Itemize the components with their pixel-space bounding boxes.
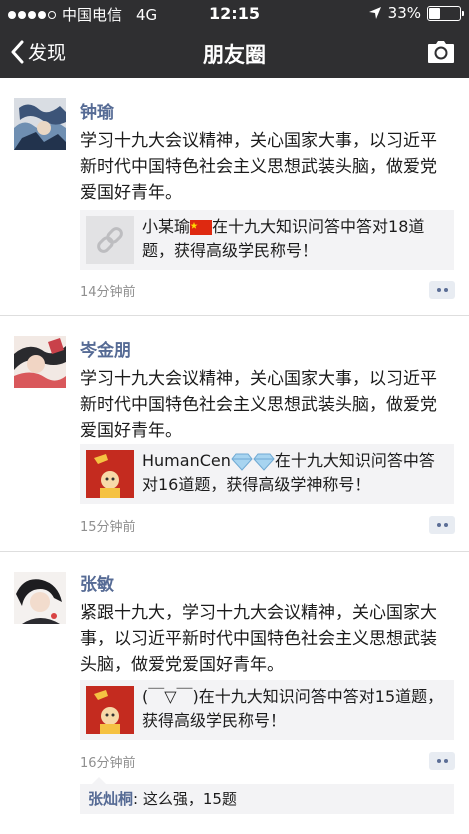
shared-link-text: (￣▽￣)在十九大知识问答中答对15道题，获得高级学民称号！ xyxy=(142,687,444,730)
post-time: 16分钟前 xyxy=(80,756,136,771)
china-flag-icon xyxy=(190,220,213,235)
diamond-icon xyxy=(253,453,275,471)
comment-dots-icon xyxy=(436,759,441,763)
comment-author[interactable]: 张灿桐 xyxy=(88,790,133,808)
shared-link-card[interactable]: (￣▽￣)在十九大知识问答中答对15道题，获得高级学民称号！ xyxy=(80,680,454,740)
moment-post: 张敏 紧跟十九大，学习十九大会议精神，关心国家大事，以习近平新时代中国特色社会主… xyxy=(0,552,469,834)
quiz-thumbnail xyxy=(86,686,134,734)
post-author[interactable]: 岑金朋 xyxy=(80,336,131,361)
shared-link-card[interactable]: 小某瑜 在十九大知识问答中答对18道题，获得高级学民称号！ xyxy=(80,210,454,270)
shared-link-card[interactable]: HumanCen 在十九大知识问答中答对16道题，获得高级学神称号！ xyxy=(80,444,454,504)
avatar[interactable] xyxy=(14,336,66,388)
avatar[interactable] xyxy=(14,572,66,624)
diamond-icon xyxy=(231,453,253,471)
link-prefix: HumanCen xyxy=(142,451,231,470)
comment-button[interactable] xyxy=(429,516,455,534)
link-prefix: 小某瑜 xyxy=(142,217,191,236)
status-right: 33% xyxy=(368,4,464,22)
link-icon xyxy=(86,216,134,264)
moment-post: 岑金朋 学习十九大会议精神，关心国家大事，以习近平新时代中国特色社会主义思想武装… xyxy=(0,316,469,552)
post-text: 学习十九大会议精神，关心国家大事，以习近平新时代中国特色社会主义思想武装头脑，做… xyxy=(80,369,437,441)
post-author[interactable]: 张敏 xyxy=(80,570,114,595)
shared-link-text: 小某瑜 在十九大知识问答中答对18道题，获得高级学民称号！ xyxy=(142,215,448,263)
moment-post: 钟瑜 学习十九大会议精神，关心国家大事，以习近平新时代中国特色社会主义思想武装头… xyxy=(0,78,469,316)
post-text: 学习十九大会议精神，关心国家大事，以习近平新时代中国特色社会主义思想武装头脑，做… xyxy=(80,131,437,203)
comment-button[interactable] xyxy=(429,752,455,770)
quiz-thumbnail xyxy=(86,450,134,498)
battery-percent: 33% xyxy=(387,4,421,22)
comment-separator: : xyxy=(133,790,143,808)
comment-text: 这么强，15题 xyxy=(142,790,237,808)
camera-icon xyxy=(428,41,454,63)
comment-button[interactable] xyxy=(429,281,455,299)
post-text: 紧跟十九大，学习十九大会议精神，关心国家大事，以习近平新时代中国特色社会主义思想… xyxy=(80,603,437,675)
post-time: 14分钟前 xyxy=(80,285,136,300)
comment-item[interactable]: 张灿桐: 这么强，15题 xyxy=(80,777,454,814)
camera-button[interactable] xyxy=(427,40,455,68)
page-title: 朋友圈 xyxy=(203,43,266,67)
avatar[interactable] xyxy=(14,98,66,150)
post-author[interactable]: 钟瑜 xyxy=(80,98,114,123)
location-arrow-icon xyxy=(368,7,381,19)
nav-bar: 发现 朋友圈 xyxy=(0,28,469,78)
shared-link-text: HumanCen 在十九大知识问答中答对16道题，获得高级学神称号！ xyxy=(142,449,448,497)
status-bar: 中国电信 4G 12:15 33% xyxy=(0,0,469,28)
battery-level xyxy=(429,7,440,19)
post-time: 15分钟前 xyxy=(80,520,136,535)
battery-icon xyxy=(427,5,464,21)
comment-dots-icon xyxy=(436,288,441,292)
comment-dots-icon xyxy=(436,523,441,527)
